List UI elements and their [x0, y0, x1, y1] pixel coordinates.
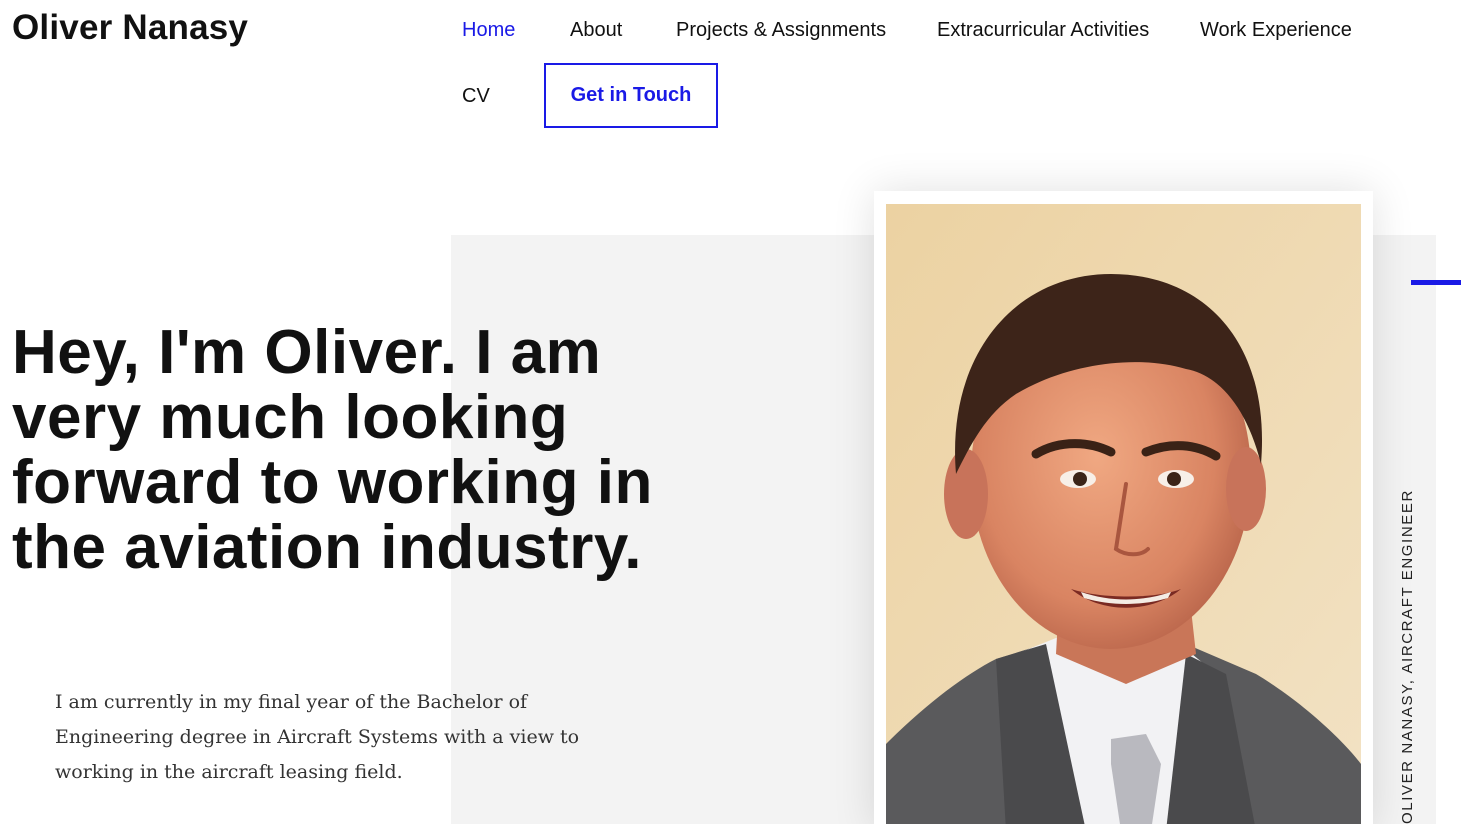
portrait-card — [874, 191, 1373, 824]
portrait-illustration — [886, 204, 1361, 824]
nav-link-projects[interactable]: Projects & Assignments — [676, 18, 886, 42]
nav-link-about[interactable]: About — [570, 18, 622, 42]
nav-link-extracurricular[interactable]: Extracurricular Activities — [937, 18, 1149, 42]
hero-headline: Hey, I'm Oliver. I am very much looking … — [12, 318, 653, 582]
nav-link-home[interactable]: Home — [462, 18, 515, 42]
get-in-touch-button[interactable]: Get in Touch — [544, 63, 718, 128]
hero-intro-text: I am currently in my final year of the B… — [55, 691, 580, 783]
nav-link-work-experience[interactable]: Work Experience — [1200, 18, 1352, 42]
page: Oliver Nanasy Home About Projects & Assi… — [0, 0, 1481, 824]
site-title[interactable]: Oliver Nanasy — [12, 8, 248, 48]
nav-link-cv[interactable]: CV — [462, 84, 490, 108]
vertical-caption: OLIVER NANASY, AIRCRAFT ENGINEER — [1399, 489, 1416, 824]
accent-bar — [1411, 280, 1461, 285]
portrait-photo — [886, 204, 1361, 824]
